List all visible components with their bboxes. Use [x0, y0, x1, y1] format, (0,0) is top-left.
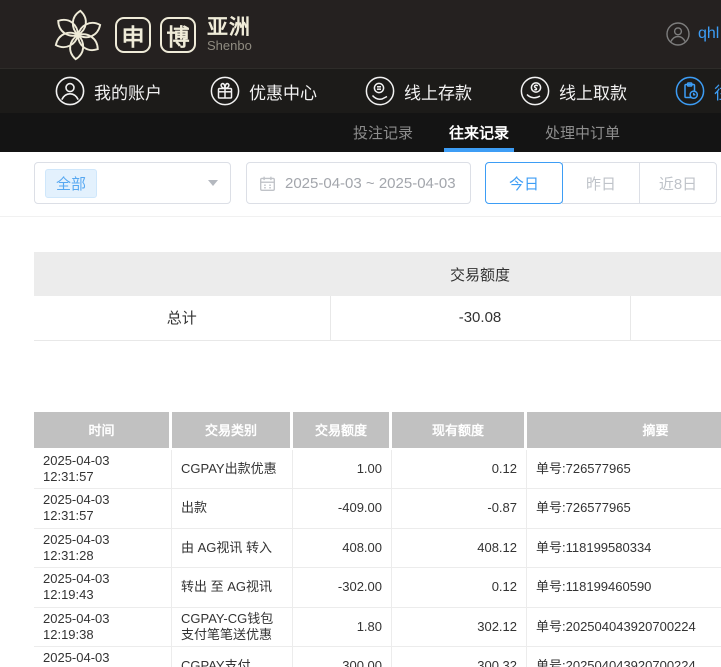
cell-amount: 1.80 — [293, 607, 392, 647]
cell-type: CGPAY-CG钱包支付笔笔送优惠 — [172, 607, 293, 647]
cell-balance: 408.12 — [392, 528, 527, 568]
yesterday-button[interactable]: 昨日 — [562, 162, 640, 204]
col-header-balance: 现有额度 — [392, 411, 527, 450]
cell-balance: 300.32 — [392, 647, 527, 667]
cell-time: 2025-04-03 12:19:43 — [34, 568, 172, 608]
quick-range-buttons: 今日 昨日 近8日 — [485, 162, 717, 204]
nav-item-promotions[interactable]: 优惠中心 — [210, 76, 317, 106]
logo-char-box: 申 — [115, 17, 151, 53]
table-row: 2025-04-03 12:31:28 由 AG视讯 转入 408.00 408… — [34, 528, 721, 568]
tab-label: 往来记录 — [449, 125, 510, 142]
avatar-icon — [666, 22, 690, 46]
summary-header-empty — [34, 252, 330, 296]
cell-summary: 单号:726577965 — [527, 450, 721, 489]
cell-summary: 单号:202504043920700224 — [527, 608, 721, 647]
tab-pending-orders[interactable]: 处理中订单 — [545, 113, 620, 152]
cell-time: 2025-04-03 12:19:38 — [34, 647, 172, 667]
brand-logo[interactable]: 申 博 亚洲 Shenbo — [50, 7, 252, 63]
cell-balance: 302.12 — [392, 607, 527, 647]
nav-item-transaction-records[interactable]: 往来记录 — [675, 76, 721, 106]
col-header-type: 交易类别 — [172, 411, 293, 450]
calendar-icon — [260, 176, 275, 191]
summary-total-row: 总计 -30.08 — [34, 296, 721, 341]
date-range-value: 2025-04-03 ~ 2025-04-03 — [285, 174, 456, 192]
records-header-row: 时间 交易类别 交易额度 现有额度 摘要 — [34, 411, 721, 450]
last-8-days-button[interactable]: 近8日 — [639, 162, 717, 204]
flower-logo-icon — [54, 9, 102, 61]
summary-header-row: 交易额度 — [34, 252, 721, 296]
user-area[interactable]: qhl — [666, 22, 719, 46]
nav-item-my-account[interactable]: 我的账户 — [55, 76, 162, 106]
username[interactable]: qhl — [698, 25, 719, 43]
cell-time: 2025-04-03 12:31:57 — [34, 449, 172, 489]
records-icon — [675, 76, 705, 106]
brand-region: 亚洲 — [207, 16, 251, 40]
top-header: 申 博 亚洲 Shenbo qhl — [0, 0, 721, 68]
cell-type: 出款 — [172, 489, 293, 529]
cell-amount: -302.00 — [293, 568, 392, 608]
tab-betting-records[interactable]: 投注记录 — [353, 113, 413, 152]
filter-section: 全部 2025-04-03 ~ 2025-04-03 今日 昨日 近8日 — [0, 162, 721, 217]
cell-balance: 0.12 — [392, 568, 527, 608]
cell-amount: 408.00 — [293, 528, 392, 568]
cell-type: CGPAY出款优惠 — [172, 449, 293, 489]
cell-type: 转出 至 AG视讯 — [172, 568, 293, 608]
brand-latin-name: Shenbo — [207, 38, 252, 54]
deposit-icon — [365, 76, 395, 106]
cell-type: 由 AG视讯 转入 — [172, 528, 293, 568]
summary-header-empty — [630, 252, 721, 296]
col-header-summary: 摘要 — [527, 411, 721, 450]
col-header-amount: 交易额度 — [293, 411, 392, 450]
withdraw-icon — [520, 76, 550, 106]
cell-time: 2025-04-03 12:31:28 — [34, 528, 172, 568]
table-row: 2025-04-03 12:19:43 转出 至 AG视讯 -302.00 0.… — [34, 568, 721, 608]
nav-item-label: 线上取款 — [559, 83, 627, 103]
cell-balance: 0.12 — [392, 449, 527, 489]
nav-item-label: 优惠中心 — [249, 83, 317, 103]
table-row: 2025-04-03 12:19:38 CGPAY-CG钱包支付笔笔送优惠 1.… — [34, 607, 721, 647]
records-table: 时间 交易类别 交易额度 现有额度 摘要 2025-04-03 12:31:57… — [34, 411, 721, 667]
nav-item-label: 线上存款 — [404, 83, 472, 103]
cell-amount: 300.00 — [293, 647, 392, 667]
gift-icon — [210, 76, 240, 106]
category-select[interactable]: 全部 — [34, 162, 231, 204]
record-tabs: 投注记录 往来记录 处理中订单 — [0, 113, 721, 152]
cell-summary: 单号:202504043920700224 — [527, 647, 721, 667]
summary-header-amount: 交易额度 — [330, 252, 630, 296]
date-range-picker[interactable]: 2025-04-03 ~ 2025-04-03 — [246, 162, 471, 204]
chevron-down-icon — [208, 180, 218, 186]
summary-empty-cell — [630, 296, 721, 341]
summary-total-label: 总计 — [34, 296, 331, 341]
summary-table: 交易额度 总计 -30.08 — [34, 252, 721, 341]
cell-balance: -0.87 — [392, 489, 527, 529]
cell-type: CGPAY支付 — [172, 647, 293, 667]
main-nav: 我的账户 优惠中心 线上存款 线上取款 — [0, 68, 721, 113]
cell-time: 2025-04-03 12:19:38 — [34, 607, 172, 647]
summary-total-value: -30.08 — [330, 296, 631, 341]
selected-category-tag[interactable]: 全部 — [45, 168, 98, 198]
today-button[interactable]: 今日 — [485, 162, 563, 204]
nav-item-withdraw[interactable]: 线上取款 — [520, 76, 627, 106]
tab-transaction-records[interactable]: 往来记录 — [449, 113, 509, 152]
cell-time: 2025-04-03 12:31:57 — [34, 489, 172, 529]
nav-item-deposit[interactable]: 线上存款 — [365, 76, 472, 106]
table-row: 2025-04-03 12:31:57 CGPAY出款优惠 1.00 0.12 … — [34, 449, 721, 489]
table-row: 2025-04-03 12:31:57 出款 -409.00 -0.87 单号:… — [34, 489, 721, 529]
cell-amount: 1.00 — [293, 449, 392, 489]
cell-summary: 单号:118199580334 — [527, 529, 721, 568]
nav-item-label: 往来记录 — [714, 79, 721, 104]
tab-label: 处理中订单 — [545, 125, 621, 142]
cell-summary: 单号:726577965 — [527, 489, 721, 529]
nav-item-label: 我的账户 — [94, 83, 162, 103]
logo-char-box: 博 — [160, 17, 196, 53]
user-icon — [55, 76, 85, 106]
col-header-time: 时间 — [34, 411, 172, 450]
tab-label: 投注记录 — [353, 125, 414, 142]
cell-summary: 单号:118199460590 — [527, 568, 721, 608]
table-row: 2025-04-03 12:19:38 CGPAY支付 300.00 300.3… — [34, 647, 721, 667]
cell-amount: -409.00 — [293, 489, 392, 529]
